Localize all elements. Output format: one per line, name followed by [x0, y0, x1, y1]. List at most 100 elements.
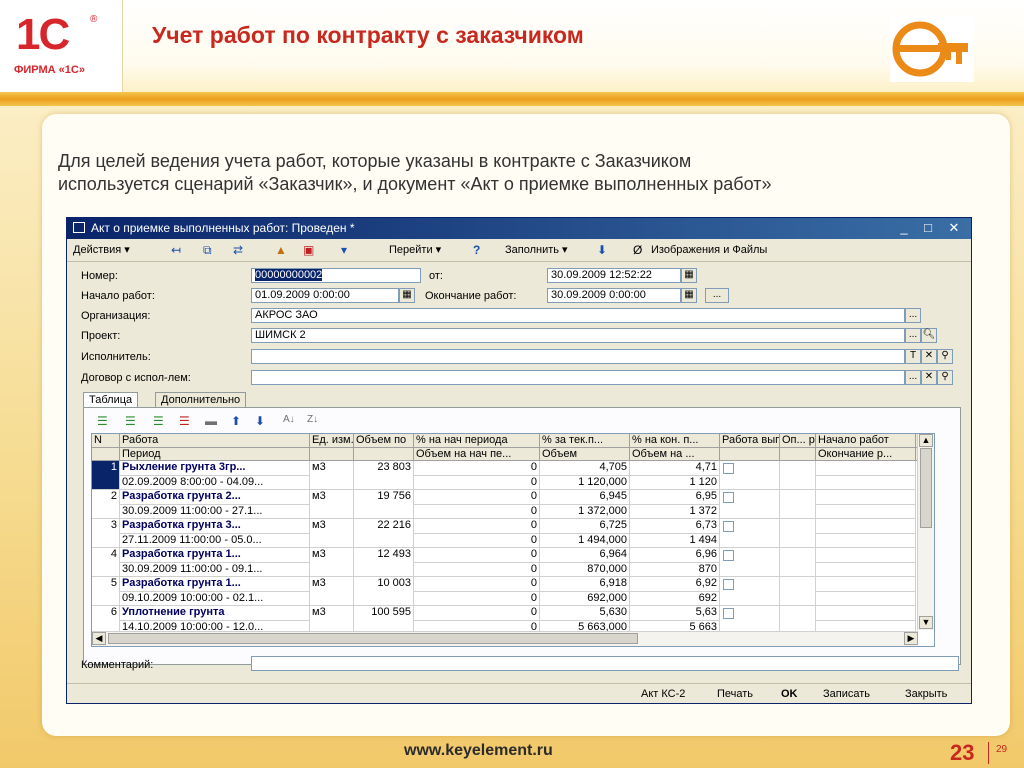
- start-date-cell[interactable]: [816, 461, 916, 476]
- column-header[interactable]: Объем по: [354, 434, 414, 448]
- fill-menu[interactable]: Заполнить ▾: [505, 242, 568, 258]
- work-name-cell[interactable]: Уплотнение грунта: [120, 606, 310, 621]
- end-edit-icon[interactable]: ▬: [205, 414, 221, 428]
- percent-end-cell[interactable]: 6,96: [630, 548, 720, 563]
- column-header[interactable]: Работа выпол...: [720, 434, 780, 448]
- volume-end-cell[interactable]: 1 372: [630, 504, 720, 519]
- add-row-icon[interactable]: ☰: [97, 414, 113, 428]
- work-done-cell[interactable]: [720, 490, 780, 519]
- percent-start-cell[interactable]: 0: [414, 548, 540, 563]
- percent-current-cell[interactable]: 6,945: [540, 490, 630, 505]
- unit-cell[interactable]: м3: [310, 577, 354, 606]
- column-header[interactable]: Оп... ра...: [780, 434, 816, 448]
- save-button[interactable]: Записать: [823, 688, 870, 700]
- images-files-button[interactable]: Изображения и Файлы: [651, 242, 767, 258]
- volume-start-cell[interactable]: 0: [414, 475, 540, 490]
- percent-current-cell[interactable]: 6,725: [540, 519, 630, 534]
- scroll-down-icon[interactable]: ▼: [919, 616, 933, 629]
- column-header[interactable]: N: [92, 434, 120, 448]
- column-header[interactable]: % на нач периода: [414, 434, 540, 448]
- start-date-cell[interactable]: [816, 606, 916, 621]
- goto-menu[interactable]: Перейти ▾: [389, 242, 441, 258]
- work-done-cell[interactable]: [720, 461, 780, 490]
- percent-current-cell[interactable]: 6,964: [540, 548, 630, 563]
- volume-end-cell[interactable]: 870: [630, 562, 720, 577]
- work-done-checkbox[interactable]: [723, 579, 734, 590]
- volume-end-cell[interactable]: 1 494: [630, 533, 720, 548]
- act-ks2-button[interactable]: Акт КС-2: [641, 688, 685, 700]
- percent-end-cell[interactable]: 4,71: [630, 461, 720, 476]
- column-subheader[interactable]: Объем на нач пе...: [414, 448, 540, 461]
- move-down-icon[interactable]: ⬇: [255, 414, 271, 428]
- work-name-cell[interactable]: Разработка грунта 1...: [120, 548, 310, 563]
- work-name-cell[interactable]: Разработка грунта 1...: [120, 577, 310, 592]
- tab-table[interactable]: Таблица: [83, 392, 139, 408]
- volume-current-cell[interactable]: 692,000: [540, 591, 630, 606]
- operation-cell[interactable]: [780, 548, 816, 577]
- percent-current-cell[interactable]: 6,918: [540, 577, 630, 592]
- percent-end-cell[interactable]: 6,92: [630, 577, 720, 592]
- column-subheader[interactable]: Окончание р...: [816, 448, 916, 461]
- print-button[interactable]: Печать: [717, 688, 753, 700]
- close-button[interactable]: Закрыть: [905, 688, 947, 700]
- end-date-cell[interactable]: [816, 504, 916, 519]
- end-date-field[interactable]: 30.09.2009 0:00:00: [547, 288, 681, 303]
- comment-field[interactable]: [251, 656, 959, 671]
- work-done-cell[interactable]: [720, 548, 780, 577]
- download-icon[interactable]: ⬇: [597, 243, 613, 257]
- operation-cell[interactable]: [780, 490, 816, 519]
- select-button[interactable]: ...: [905, 308, 921, 323]
- column-header[interactable]: Ед. изм.: [310, 434, 354, 448]
- organization-field[interactable]: АКРОС ЗАО: [251, 308, 905, 323]
- type-icon[interactable]: T: [905, 349, 921, 364]
- period-cell[interactable]: 30.09.2009 11:00:00 - 09.1...: [120, 562, 310, 577]
- end-date-cell[interactable]: [816, 591, 916, 606]
- unit-cell[interactable]: м3: [310, 490, 354, 519]
- column-header[interactable]: Работа: [120, 434, 310, 448]
- maximize-icon[interactable]: □: [919, 220, 937, 236]
- edit-row-icon[interactable]: ☰: [153, 414, 169, 428]
- row-number[interactable]: 1: [92, 461, 120, 490]
- unpost-icon[interactable]: ▣: [303, 243, 319, 257]
- work-name-cell[interactable]: Разработка грунта 3...: [120, 519, 310, 534]
- scroll-left-icon[interactable]: ◀: [92, 632, 106, 645]
- column-header[interactable]: % за тек.п...: [540, 434, 630, 448]
- select-button[interactable]: ...: [905, 370, 921, 385]
- volume-start-cell[interactable]: 0: [414, 533, 540, 548]
- work-name-cell[interactable]: Рыхление грунта 3гр...: [120, 461, 310, 476]
- percent-end-cell[interactable]: 6,73: [630, 519, 720, 534]
- search-icon[interactable]: 🔍︎: [921, 328, 937, 343]
- work-done-checkbox[interactable]: [723, 608, 734, 619]
- volume-cell[interactable]: 23 803: [354, 461, 414, 490]
- volume-start-cell[interactable]: 0: [414, 562, 540, 577]
- select-period-button[interactable]: ...: [705, 288, 729, 303]
- post-icon[interactable]: ▲: [275, 243, 291, 257]
- work-done-checkbox[interactable]: [723, 521, 734, 532]
- help-icon[interactable]: ?: [473, 243, 489, 257]
- works-table[interactable]: N Работа Период Ед. изм. Объем по% на нач пе…: [91, 433, 935, 647]
- column-subheader[interactable]: [92, 448, 120, 461]
- row-number[interactable]: 5: [92, 577, 120, 606]
- operation-cell[interactable]: [780, 461, 816, 490]
- percent-start-cell[interactable]: 0: [414, 577, 540, 592]
- period-cell[interactable]: 27.11.2009 11:00:00 - 05.0...: [120, 533, 310, 548]
- delete-row-icon[interactable]: ☰: [179, 414, 195, 428]
- based-on-icon[interactable]: ▾: [341, 243, 357, 257]
- column-subheader[interactable]: Объем: [540, 448, 630, 461]
- volume-cell[interactable]: 19 756: [354, 490, 414, 519]
- horizontal-scrollbar[interactable]: ◀ ▶: [92, 631, 918, 646]
- scroll-thumb-h[interactable]: [108, 633, 638, 644]
- volume-current-cell[interactable]: 870,000: [540, 562, 630, 577]
- end-date-cell[interactable]: [816, 562, 916, 577]
- volume-current-cell[interactable]: 1 372,000: [540, 504, 630, 519]
- move-up-icon[interactable]: ⬆: [231, 414, 247, 428]
- period-cell[interactable]: 30.09.2009 11:00:00 - 27.1...: [120, 504, 310, 519]
- row-number[interactable]: 2: [92, 490, 120, 519]
- period-cell[interactable]: 09.10.2009 10:00:00 - 02.1...: [120, 591, 310, 606]
- column-subheader[interactable]: [720, 448, 780, 461]
- start-date-cell[interactable]: [816, 548, 916, 563]
- search-icon[interactable]: ⚲: [937, 370, 953, 385]
- column-subheader[interactable]: [780, 448, 816, 461]
- scroll-up-icon[interactable]: ▲: [919, 434, 933, 447]
- percent-start-cell[interactable]: 0: [414, 490, 540, 505]
